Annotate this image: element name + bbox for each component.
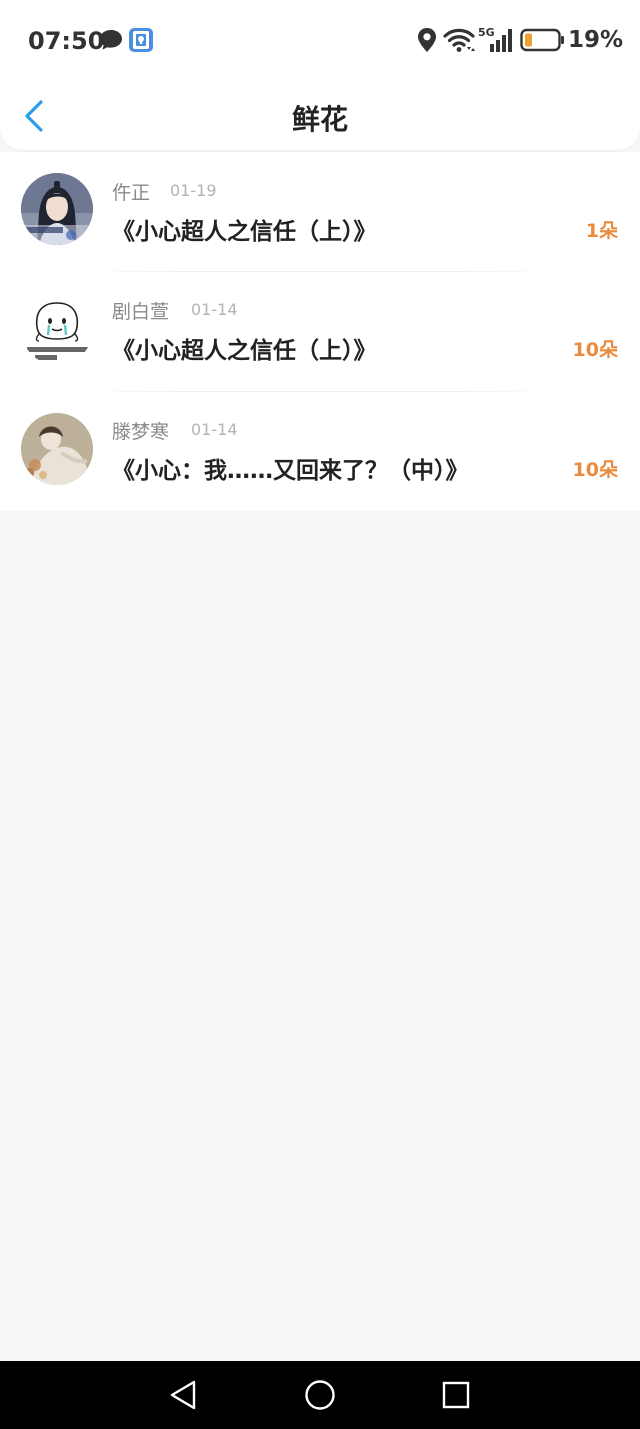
page-title: 鲜花 — [291, 103, 348, 136]
list-item[interactable]: 剧白萱 01-14 《小心超人之信任（上）》 10朵 — [0, 271, 640, 391]
screen: 07:50 5G 19% 鲜花 仵正 01-19 《小心超人之信任（上）》 1朵… — [0, 0, 640, 1429]
avatar — [21, 173, 93, 245]
flower-count: 1朵 — [585, 220, 618, 242]
triangle-back-icon[interactable] — [168, 1379, 198, 1411]
item-title: 《小心超人之信任（上）》 — [112, 338, 377, 364]
nav-bar — [0, 1361, 640, 1429]
date: 01-19 — [170, 181, 217, 200]
avatar — [21, 293, 93, 365]
avatar — [21, 413, 93, 485]
avatar-image — [21, 413, 93, 485]
flower-list: 仵正 01-19 《小心超人之信任（上）》 1朵 剧白萱 01-14 《小心超人… — [0, 152, 640, 511]
status-time: 07:50 — [28, 27, 105, 55]
username: 剧白萱 — [112, 301, 170, 323]
flower-count: 10朵 — [572, 339, 618, 361]
circle-home-icon[interactable] — [304, 1379, 336, 1411]
item-title: 《小心超人之信任（上）》 — [112, 219, 377, 245]
network-label: 5G — [478, 26, 495, 39]
battery-icon — [520, 28, 564, 52]
date: 01-14 — [191, 420, 238, 439]
username: 滕梦寒 — [112, 421, 170, 443]
top-card: 07:50 5G 19% 鲜花 — [0, 0, 640, 150]
cellular-signal-icon: 5G — [478, 26, 512, 52]
battery-percent: 19% — [568, 27, 624, 53]
date: 01-14 — [191, 300, 238, 319]
divider — [90, 391, 550, 392]
item-title: 《小心：我……又回来了？（中）》 — [112, 458, 469, 484]
header: 鲜花 — [0, 82, 640, 150]
location-icon — [418, 28, 436, 52]
avatar-image — [21, 173, 93, 245]
list-item[interactable]: 仵正 01-19 《小心超人之信任（上）》 1朵 — [0, 152, 640, 271]
flower-count: 10朵 — [572, 459, 618, 481]
square-recents-icon[interactable] — [441, 1380, 471, 1410]
app-shield-icon — [129, 28, 153, 52]
message-icon — [100, 30, 122, 50]
divider — [90, 271, 550, 272]
avatar-image — [21, 293, 93, 365]
username: 仵正 — [112, 182, 151, 204]
list-item[interactable]: 滕梦寒 01-14 《小心：我……又回来了？（中）》 10朵 — [0, 391, 640, 511]
wifi-icon — [443, 28, 475, 52]
status-bar: 07:50 5G 19% — [0, 0, 640, 82]
